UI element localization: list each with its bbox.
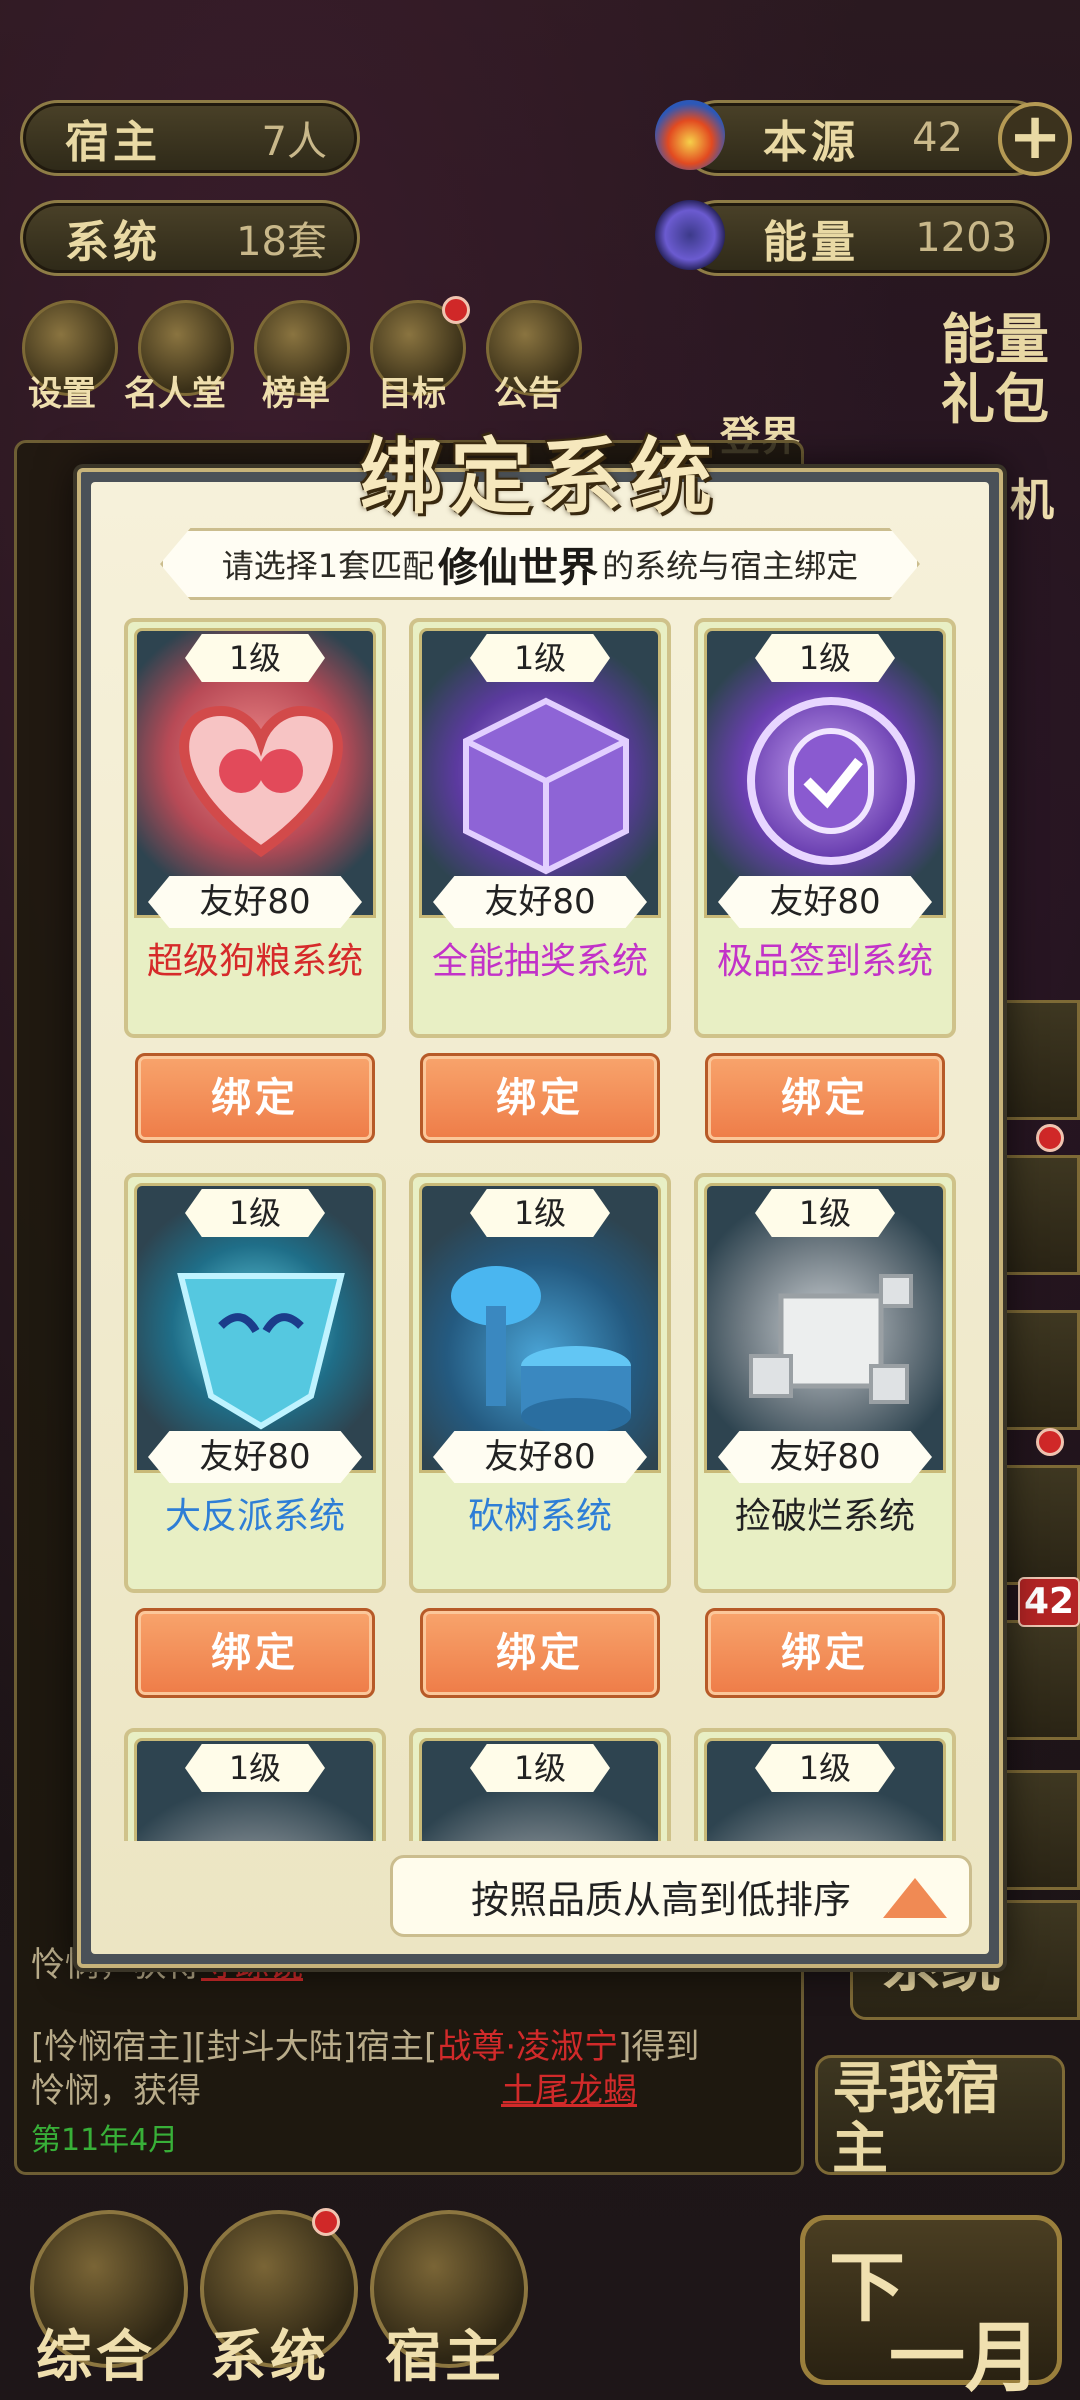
system-card-big-villain[interactable]: 1级 友好80 大反派系统 xyxy=(124,1173,386,1593)
system-card-all-round-lottery[interactable]: 1级 友好80 全能抽奖系统 xyxy=(409,618,671,1038)
energy-vortex-icon xyxy=(655,200,725,270)
energy-bar: 能量 1203 xyxy=(680,200,1050,276)
next-month-line2: 一月 xyxy=(889,2313,1041,2400)
friendliness-tag: 友好80 xyxy=(433,876,647,928)
source-bar: 本源 42 xyxy=(680,100,1050,176)
dialog-title: 绑定系统 xyxy=(359,429,720,525)
dialog-title-wrap: 绑定系统 xyxy=(320,410,760,525)
system-card-7[interactable]: 1级 xyxy=(124,1728,386,1841)
level-tag: 1级 xyxy=(755,1744,895,1792)
friendliness-tag: 友好80 xyxy=(148,1431,362,1483)
bind-button-4[interactable]: 绑定 xyxy=(135,1608,375,1698)
source-label: 本源 xyxy=(763,117,859,168)
system-name: 全能抽奖系统 xyxy=(431,941,648,982)
system-name: 砍树系统 xyxy=(467,1496,612,1537)
friendliness-tag: 友好80 xyxy=(718,1431,932,1483)
source-value: 42 xyxy=(912,115,963,161)
bind-button-5[interactable]: 绑定 xyxy=(420,1608,660,1698)
host-nav-label: 宿主 xyxy=(385,2325,505,2390)
host-value: 7人 xyxy=(261,119,327,165)
friendliness-tag: 友好80 xyxy=(433,1431,647,1483)
system-card-9[interactable]: 1级 xyxy=(694,1728,956,1841)
bind-button-6[interactable]: 绑定 xyxy=(705,1608,945,1698)
right-count-badge: 42 xyxy=(1018,1577,1080,1627)
level-tag: 1级 xyxy=(185,634,325,682)
announcement-label: 公告 xyxy=(494,374,562,414)
friendliness-tag: 友好80 xyxy=(718,876,932,928)
energy-label: 能量 xyxy=(763,217,859,268)
settings-label: 设置 xyxy=(28,374,96,414)
overview-nav-label: 综合 xyxy=(36,2325,156,2390)
source-notification-dot xyxy=(1036,1428,1064,1456)
hall-of-fame-label: 名人堂 xyxy=(124,374,226,414)
sort-ascending-icon xyxy=(883,1878,947,1918)
energy-value: 1203 xyxy=(915,215,1017,261)
bind-button-2[interactable]: 绑定 xyxy=(420,1053,660,1143)
log-line-1: [怜悯宿主][封斗大陆]宿主[战尊·凌淑宁]得到 xyxy=(31,2027,700,2067)
level-tag: 1级 xyxy=(470,634,610,682)
dialog-instruction: 请选择1套匹配 修仙世界 的系统与宿主绑定 xyxy=(160,528,920,600)
goal-notification-dot xyxy=(442,296,470,324)
bind-button-1[interactable]: 绑定 xyxy=(135,1053,375,1143)
system-name: 捡破烂系统 xyxy=(734,1496,915,1537)
level-tag: 1级 xyxy=(755,634,895,682)
system-name: 极品签到系统 xyxy=(716,941,933,982)
system-name: 大反派系统 xyxy=(164,1496,345,1537)
ranking-label: 榜单 xyxy=(262,374,330,414)
log-line-2: 怜悯，获得 土尾龙蝎 xyxy=(31,2071,637,2111)
level-tag: 1级 xyxy=(755,1189,895,1237)
system-card-tree-chopping[interactable]: 1级 友好80 砍树系统 xyxy=(409,1173,671,1593)
bind-button-3[interactable]: 绑定 xyxy=(705,1053,945,1143)
level-tag: 1级 xyxy=(470,1744,610,1792)
level-tag: 1级 xyxy=(470,1189,610,1237)
system-nav-dot xyxy=(312,2208,340,2236)
ji-label: 机 xyxy=(1010,475,1054,526)
source-orb-icon xyxy=(655,100,725,170)
system-count-bar: 系统 18套 xyxy=(20,200,360,276)
system-name: 超级狗粮系统 xyxy=(146,941,363,982)
system-card-super-dog-food[interactable]: 1级 友好80 超级狗粮系统 xyxy=(124,618,386,1038)
energy-gift-button[interactable]: 能量礼包 xyxy=(935,310,1055,430)
system-card-premium-check-in[interactable]: 1级 友好80 极品签到系统 xyxy=(694,618,956,1038)
goal-label: 目标 xyxy=(378,374,446,414)
system-card-scrap-collecting[interactable]: 1级 友好80 捡破烂系统 xyxy=(694,1173,956,1593)
activity-notification-dot xyxy=(1036,1124,1064,1152)
system-value: 18套 xyxy=(236,219,327,265)
system-card-8[interactable]: 1级 xyxy=(409,1728,671,1841)
host-count-bar: 宿主 7人 xyxy=(20,100,360,176)
host-label: 宿主 xyxy=(65,117,161,168)
system-label: 系统 xyxy=(65,217,161,268)
log-date: 第11年4月 xyxy=(31,2123,179,2158)
level-tag: 1级 xyxy=(185,1744,325,1792)
level-tag: 1级 xyxy=(185,1189,325,1237)
friendliness-tag: 友好80 xyxy=(148,876,362,928)
add-source-button[interactable]: + xyxy=(998,102,1072,176)
sort-label: 按照品质从高到低排序 xyxy=(471,1877,852,1922)
system-nav-label: 系统 xyxy=(210,2325,330,2390)
find-host-button[interactable]: 寻我宿主 xyxy=(815,2055,1065,2180)
card-row-3-clip: 1级 1级 1级 xyxy=(110,1725,980,1841)
sort-toggle-button[interactable]: 按照品质从高到低排序 xyxy=(390,1855,972,1937)
next-month-button[interactable]: 下 一月 xyxy=(800,2215,1062,2400)
